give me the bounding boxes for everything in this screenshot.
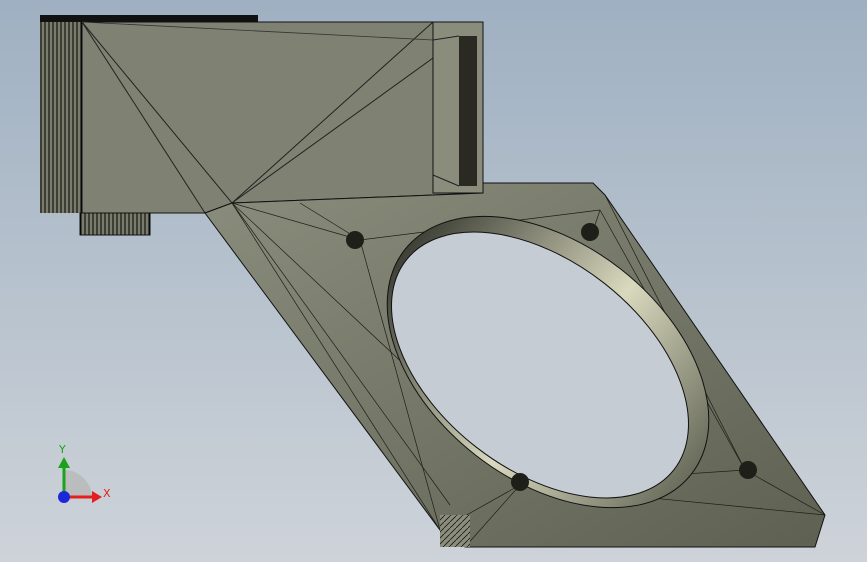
y-axis-label: Y <box>59 443 66 456</box>
x-axis-label: X <box>103 487 111 500</box>
z-axis-dot-icon <box>58 491 70 503</box>
graphics-viewport[interactable]: Y X <box>0 0 867 562</box>
